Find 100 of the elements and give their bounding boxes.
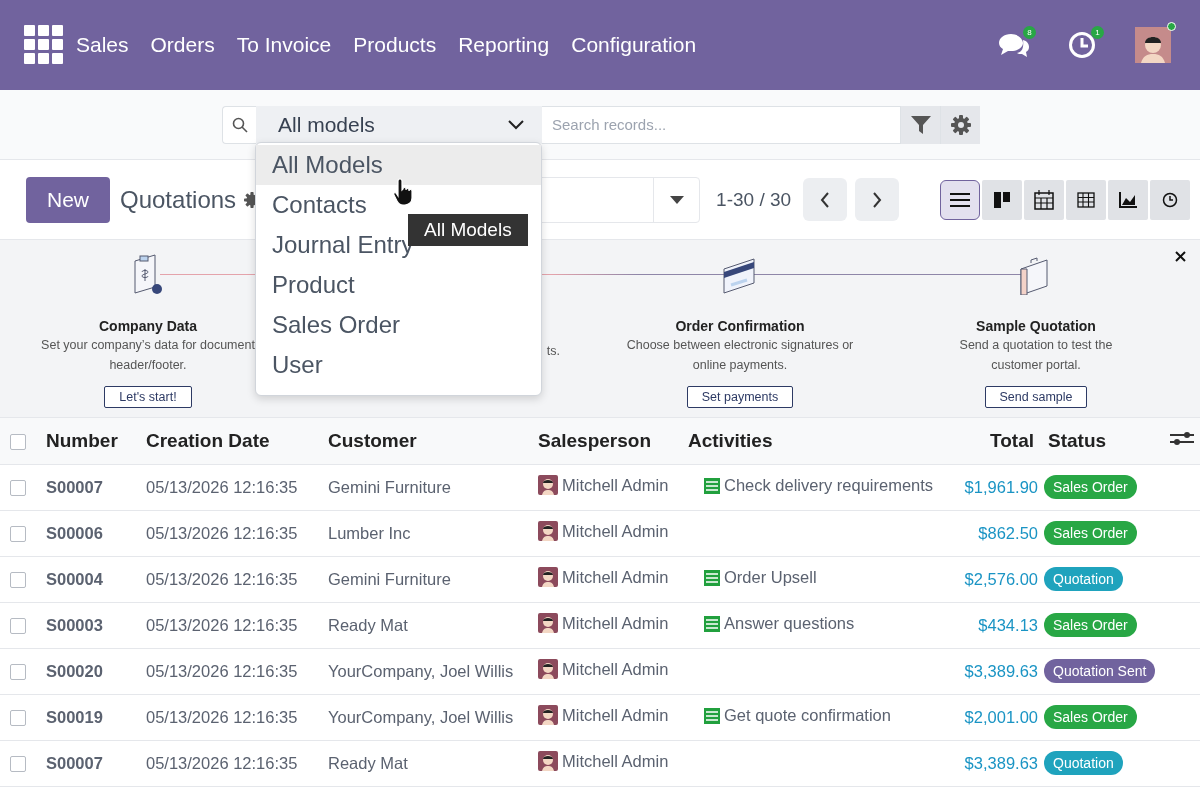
clock-icon[interactable] [1068, 31, 1096, 59]
step-description: Choose between electronic signatures or [626, 337, 854, 354]
customer-name: YourCompany, Joel Willis [328, 661, 514, 680]
view-button[interactable] [1024, 179, 1064, 220]
view-button[interactable] [1066, 179, 1106, 220]
row-checkbox[interactable] [10, 710, 26, 727]
step-description: Set your company’s data for document [41, 337, 255, 354]
view-button[interactable] [982, 179, 1022, 220]
status-tag: Sales Order [1044, 475, 1137, 499]
row-checkbox[interactable] [10, 526, 26, 543]
user-avatar[interactable] [1135, 27, 1171, 63]
dropdown-item[interactable]: User [256, 344, 541, 385]
row-checkbox[interactable] [10, 572, 26, 589]
activity-text: Order Upsell [724, 568, 817, 588]
settings-button[interactable] [940, 105, 980, 144]
order-total: $3,389.63 [964, 753, 1038, 772]
previous-button[interactable] [803, 178, 848, 221]
activity-icon[interactable] [704, 569, 720, 586]
view-button[interactable] [1108, 179, 1148, 220]
avatar-icon [538, 705, 558, 725]
order-number: S00020 [46, 661, 103, 680]
search-icon [231, 116, 248, 133]
column-header[interactable]: Customer [318, 418, 528, 464]
notification-badge: 8 [1023, 26, 1036, 39]
customer-name: Gemini Furniture [328, 477, 451, 496]
customer-name: Gemini Furniture [328, 569, 451, 588]
caret-icon [669, 195, 684, 204]
avatar-icon [538, 751, 558, 771]
salesperson-name: Mitchell Admin [562, 567, 669, 587]
activity-text: Answer questions [724, 614, 855, 634]
customer-name: Lumber Inc [328, 523, 411, 542]
pager-text: 1-30 / 30 [716, 188, 792, 211]
row-checkbox[interactable] [10, 618, 26, 635]
salesperson-name: Mitchell Admin [562, 521, 669, 541]
view-button[interactable] [1150, 179, 1190, 220]
search-field[interactable]: Search records... [542, 105, 900, 144]
dropdown-item[interactable]: Product [256, 264, 541, 305]
apps-menu-icon[interactable] [24, 25, 64, 65]
filter-button[interactable] [900, 105, 940, 144]
activity-icon[interactable] [704, 707, 720, 724]
view-button[interactable] [940, 179, 980, 220]
list-icon [950, 191, 970, 208]
model-select[interactable]: All models [256, 105, 542, 144]
clipboard-icon [133, 253, 163, 297]
step-description: ts. [546, 343, 561, 360]
menu-item[interactable]: Configuration [571, 33, 697, 57]
menu-item[interactable]: Products [353, 33, 437, 57]
row-checkbox[interactable] [10, 480, 26, 497]
menu-item[interactable]: To Invoice [236, 33, 332, 57]
creation-date: 05/13/2026 12:16:35 [146, 523, 298, 542]
activity-icon[interactable] [704, 477, 720, 494]
chat-icon[interactable] [997, 32, 1031, 58]
step-button[interactable]: Set payments [686, 386, 794, 408]
status-tag: Quotation Sent [1044, 659, 1156, 683]
notification-badge: 1 [1091, 26, 1104, 39]
column-header[interactable]: Activities [678, 418, 950, 464]
row-checkbox[interactable] [10, 664, 26, 681]
column-header[interactable]: Number [36, 418, 136, 464]
close-icon[interactable] [1175, 251, 1186, 262]
order-total: $2,576.00 [964, 569, 1038, 588]
tooltip: All Models [408, 213, 528, 246]
kanban-icon [994, 191, 1010, 208]
step-button[interactable]: Let's start! [104, 386, 192, 408]
select-all-checkbox[interactable] [10, 433, 26, 450]
menu-item[interactable]: Sales [76, 33, 129, 57]
order-total: $3,389.63 [964, 661, 1038, 680]
new-button[interactable]: New [26, 176, 110, 223]
column-header[interactable]: Status [1044, 418, 1160, 464]
avatar-icon [538, 475, 558, 495]
menu-item[interactable]: Orders [150, 33, 215, 57]
status-tag: Sales Order [1044, 521, 1137, 545]
avatar-icon [538, 567, 558, 587]
menu-item[interactable]: Reporting [458, 33, 550, 57]
creation-date: 05/13/2026 12:16:35 [146, 569, 298, 588]
chevron-right-icon [872, 191, 883, 208]
creation-date: 05/13/2026 12:16:35 [146, 615, 298, 634]
status-tag: Quotation [1044, 567, 1123, 591]
order-total: $2,001.00 [964, 707, 1038, 726]
step-description: customer portal. [991, 357, 1081, 374]
page-title: Quotations [120, 185, 237, 214]
creation-date: 05/13/2026 12:16:35 [146, 661, 298, 680]
step-title: Order Confirmation [675, 318, 805, 334]
status-tag: Quotation [1044, 751, 1123, 775]
column-header[interactable]: Total [950, 418, 1044, 464]
order-number: S00007 [46, 477, 103, 496]
order-number: S00003 [46, 615, 103, 634]
dropdown-item[interactable]: All Models [256, 144, 541, 185]
status-tag: Sales Order [1044, 613, 1137, 637]
creation-date: 05/13/2026 12:16:35 [146, 753, 298, 772]
dropdown-item[interactable]: Sales Order [256, 304, 541, 345]
order-total: $1,961.90 [964, 477, 1038, 496]
step-button[interactable]: Send sample [984, 386, 1088, 408]
clock-icon [1162, 191, 1178, 208]
next-button[interactable] [855, 178, 900, 221]
row-checkbox[interactable] [10, 756, 26, 773]
column-header[interactable]: Creation Date [136, 418, 318, 464]
column-header[interactable]: Salesperson [528, 418, 678, 464]
order-number: S00007 [46, 753, 103, 772]
activity-icon[interactable] [704, 615, 720, 632]
table-icon [1077, 191, 1095, 208]
